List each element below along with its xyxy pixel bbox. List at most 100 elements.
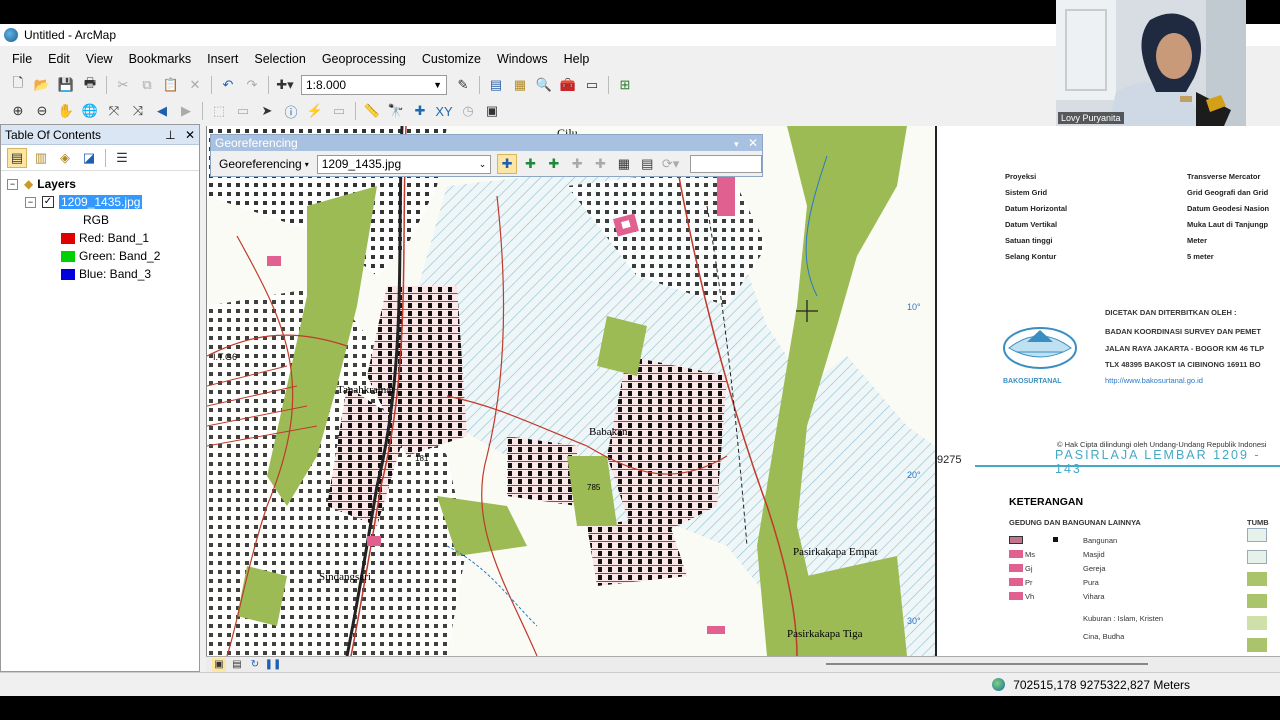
legend-info-key: Satuan tinggi [1005,236,1053,245]
pan-icon[interactable]: ✋ [56,101,76,121]
legend-code: Vh [1025,592,1035,601]
layers-icon: ◆ [24,177,34,191]
menu-edit[interactable]: Edit [40,52,78,66]
hyperlink-icon[interactable]: ⚡ [305,101,325,121]
copy-icon[interactable]: ⧉ [137,75,157,95]
arcmap-icon [4,28,18,42]
dropdown-icon[interactable]: ▾ [734,139,739,149]
georeferencing-titlebar[interactable]: Georeferencing ▾ ✕ [211,135,762,151]
catalog-icon[interactable]: ▦ [510,75,530,95]
zoom-in-icon[interactable]: ⊕ [8,101,28,121]
layout-view-icon[interactable]: ▤ [230,658,244,672]
band-row-green[interactable]: Green: Band_2 [7,247,199,265]
menu-geoprocessing[interactable]: Geoprocessing [314,52,414,66]
viewer-icon[interactable]: ▤ [638,154,657,174]
measure-icon[interactable]: 📏 [362,101,382,121]
toolbar-separator [608,76,609,94]
pause-drawing-icon[interactable]: ❚❚ [265,658,282,672]
fixed-zoom-out-icon[interactable]: ⤨ [128,101,148,121]
menu-windows[interactable]: Windows [489,52,556,66]
rotate-icon[interactable]: ✚ [591,154,610,174]
new-document-icon[interactable]: 🗋 [8,75,28,95]
time-slider-icon[interactable]: ◷ [458,101,478,121]
band-row-blue[interactable]: Blue: Band_3 [7,265,199,283]
legend-item: Kuburan : Islam, Kristen [1083,614,1164,623]
list-by-selection-icon[interactable]: ◪ [79,148,99,168]
map-grid-label: 20° [907,470,921,480]
delete-icon[interactable]: ✕ [185,75,205,95]
paste-icon[interactable]: 📋 [161,75,181,95]
cut-icon[interactable]: ✂ [113,75,133,95]
python-window-icon[interactable]: ▭ [582,75,602,95]
window-title: Untitled - ArcMap [24,28,117,42]
menu-insert[interactable]: Insert [199,52,246,66]
legend-symbol [1009,536,1023,544]
select-by-rectangle-icon[interactable]: ⬚ [209,101,229,121]
add-data-icon[interactable]: ✚▾ [275,75,295,95]
legend-code: Ms [1025,550,1035,559]
legend-item: Pura [1083,578,1099,587]
refresh-icon[interactable]: ↻ [248,658,262,672]
menu-bookmarks[interactable]: Bookmarks [121,52,200,66]
add-control-points-icon[interactable]: ✚ [497,154,517,174]
zoom-out-icon[interactable]: ⊖ [32,101,52,121]
fixed-zoom-in-icon[interactable]: ⤧ [104,101,124,121]
legend-info-key: Datum Horizontal [1005,204,1068,213]
georef-input-field[interactable] [690,155,762,173]
collapse-icon[interactable]: − [25,196,36,208]
full-extent-icon[interactable]: 🌐 [80,101,100,121]
go-to-xy-icon[interactable]: XY [434,101,454,121]
menu-selection[interactable]: Selection [246,52,313,66]
find-route-icon[interactable]: ✚ [410,101,430,121]
model-builder-icon[interactable]: ⊞ [615,75,635,95]
table-of-contents-icon[interactable]: ▤ [486,75,506,95]
layer-name[interactable]: 1209_1435.jpg [59,195,143,209]
search-window-icon[interactable]: 🔍 [534,75,554,95]
auto-registration-icon[interactable]: ⟳▾ [661,154,680,174]
find-icon[interactable]: 🔭 [386,101,406,121]
menu-view[interactable]: View [78,52,121,66]
toolbar-separator [355,102,356,120]
menu-help[interactable]: Help [556,52,598,66]
georeferencing-menu[interactable]: Georeferencing ▾ [215,157,313,171]
menu-file[interactable]: File [4,52,40,66]
html-popup-icon[interactable]: ▭ [329,101,349,121]
select-elements-icon[interactable]: ➤ [257,101,277,121]
map-scale-combo[interactable]: 1:8.000 ▼ [301,75,447,95]
redo-icon[interactable]: ↷ [242,75,262,95]
layers-node[interactable]: − ◆ Layers [7,175,199,193]
zoom-to-selected-link-icon[interactable]: ✚ [544,154,563,174]
arctoolbox-icon[interactable]: 🧰 [558,75,578,95]
open-icon[interactable]: 📂 [32,75,52,95]
toolbar-separator [105,148,106,167]
menu-customize[interactable]: Customize [414,52,489,66]
horizontal-scrollbar[interactable] [826,663,1148,665]
band-row-red[interactable]: Red: Band_1 [7,229,199,247]
select-link-icon[interactable]: ✚ [521,154,540,174]
collapse-icon[interactable]: − [7,178,18,190]
pin-icon[interactable]: ⊥ [165,128,175,142]
sheet-title: PASIRLAJA LEMBAR 1209 - 143 [1055,448,1261,476]
list-by-drawing-order-icon[interactable]: ▤ [7,147,27,168]
list-by-source-icon[interactable]: ▥ [31,148,51,168]
clear-selection-icon[interactable]: ▭ [233,101,253,121]
georef-layer-select[interactable]: 1209_1435.jpg ⌄ [316,154,492,174]
identify-icon[interactable]: ⓘ [281,101,301,121]
data-view-icon[interactable]: ▣ [212,657,226,672]
view-link-table-icon[interactable]: ▦ [614,154,633,174]
list-by-visibility-icon[interactable]: ◈ [55,148,75,168]
print-icon[interactable]: 🖶 [80,75,100,95]
go-back-icon[interactable]: ◀ [152,101,172,121]
layer-visibility-checkbox[interactable]: ✓ [42,196,54,208]
options-icon[interactable]: ☰ [112,148,132,168]
delete-link-icon[interactable]: ✚ [567,154,586,174]
editor-toolbar-icon[interactable]: ✎ [453,75,473,95]
go-forward-icon[interactable]: ▶ [176,101,196,121]
layer-row[interactable]: − ✓ 1209_1435.jpg [7,193,199,211]
undo-icon[interactable]: ↶ [218,75,238,95]
close-icon[interactable]: ✕ [748,136,758,150]
map-display[interactable]: Cilu Tanahkramat Babakan Sindangsari Pas… [206,126,1280,656]
save-icon[interactable]: 💾 [56,75,76,95]
close-icon[interactable]: ✕ [185,128,195,142]
create-viewer-window-icon[interactable]: ▣ [482,101,502,121]
